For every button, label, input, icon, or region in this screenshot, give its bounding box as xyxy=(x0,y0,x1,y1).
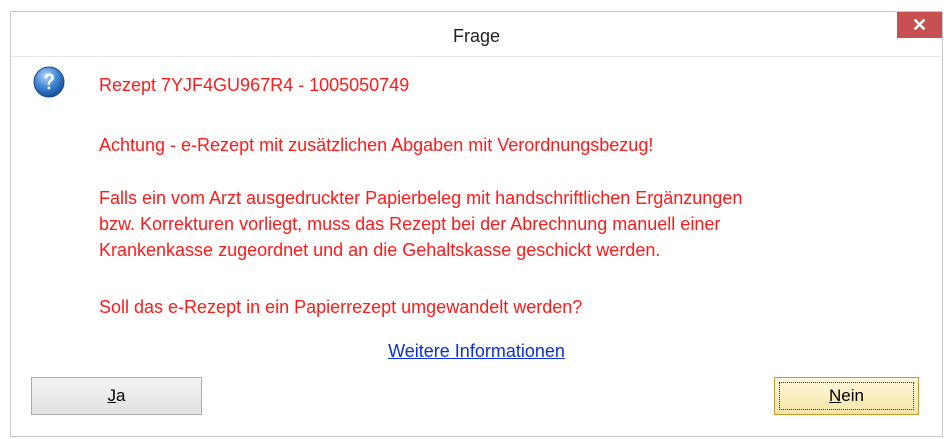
instruction-block: Falls ein vom Arzt ausgedruckter Papierb… xyxy=(99,185,742,263)
instruction-line-3: Krankenkasse zugeordnet und an die Gehal… xyxy=(99,240,661,260)
no-button-label: Nein xyxy=(829,386,864,406)
question-text: Soll das e-Rezept in ein Papierrezept um… xyxy=(99,297,583,317)
no-button[interactable]: Nein xyxy=(774,377,919,415)
yes-accelerator: J xyxy=(107,386,117,405)
close-icon: ✕ xyxy=(911,15,928,35)
question-block: Soll das e-Rezept in ein Papierrezept um… xyxy=(99,294,582,320)
message-block: Rezept 7YJF4GU967R4 - 1005050749 xyxy=(99,72,409,98)
warning-block: Achtung - e-Rezept mit zusätzlichen Abga… xyxy=(99,132,653,158)
dialog-title: Frage xyxy=(452,26,501,46)
dialog-content: Rezept 7YJF4GU967R4 - 1005050749 Achtung… xyxy=(11,58,942,436)
yes-label-rest: a xyxy=(116,386,126,405)
instruction-line-1: Falls ein vom Arzt ausgedruckter Papierb… xyxy=(99,188,743,208)
question-icon xyxy=(33,66,65,98)
close-button[interactable]: ✕ xyxy=(897,12,942,38)
no-label-rest: ein xyxy=(841,386,864,405)
instruction-line-2: bzw. Korrekturen vorliegt, muss das Reze… xyxy=(99,214,721,234)
title-bar[interactable]: Frage ✕ xyxy=(11,12,942,57)
dialog-window: Frage ✕ Rezept 7YJF4GU967R4 - 1005050749… xyxy=(10,11,943,437)
yes-button[interactable]: Ja xyxy=(31,377,202,415)
no-accelerator: N xyxy=(829,386,842,405)
recipe-id-text: Rezept 7YJF4GU967R4 - 1005050749 xyxy=(99,75,410,95)
warning-text: Achtung - e-Rezept mit zusätzlichen Abga… xyxy=(99,135,654,155)
more-info-link[interactable]: Weitere Informationen xyxy=(11,341,942,362)
yes-button-label: Ja xyxy=(108,386,126,406)
